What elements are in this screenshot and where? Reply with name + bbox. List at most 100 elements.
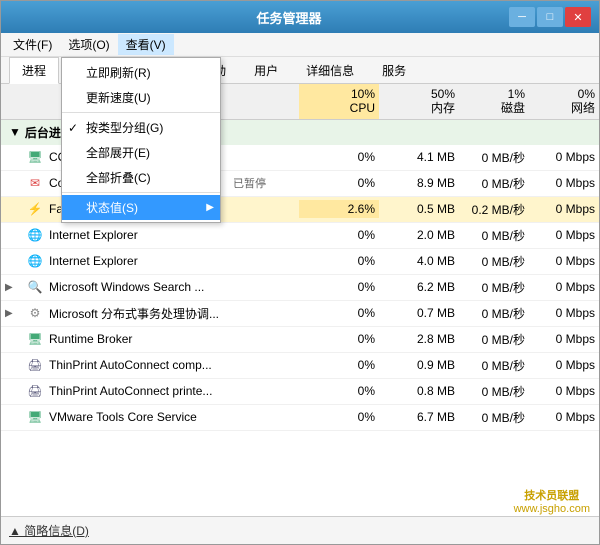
table-row[interactable]: ▶ 🔍 Microsoft Windows Search ... 0% 6.2 … bbox=[1, 275, 599, 301]
menu-expand-all[interactable]: 全部展开(E) bbox=[62, 140, 220, 165]
process-mem: 4.1 MB bbox=[379, 148, 459, 166]
process-disk: 0 MB/秒 bbox=[459, 329, 529, 350]
net-label: 网络 bbox=[533, 101, 595, 115]
menu-view[interactable]: 查看(V) bbox=[118, 34, 174, 55]
process-cpu: 0% bbox=[299, 174, 379, 192]
process-disk: 0 MB/秒 bbox=[459, 147, 529, 168]
cpu-pct: 10% bbox=[303, 87, 375, 101]
process-disk: 0 MB/秒 bbox=[459, 407, 529, 428]
section-expand-icon: ▼ bbox=[9, 125, 21, 139]
maximize-button[interactable]: □ bbox=[537, 7, 563, 27]
close-button[interactable]: ✕ bbox=[565, 7, 591, 27]
table-row[interactable]: 🌐 Internet Explorer 0% 2.0 MB 0 MB/秒 0 M… bbox=[1, 223, 599, 249]
col-header-status bbox=[229, 84, 299, 119]
menu-file[interactable]: 文件(F) bbox=[5, 34, 60, 55]
col-header-net[interactable]: 0% 网络 bbox=[529, 84, 599, 119]
process-net: 0 Mbps bbox=[529, 278, 599, 296]
mem-label: 内存 bbox=[383, 101, 455, 115]
menu-options[interactable]: 选项(O) bbox=[60, 34, 117, 55]
table-row[interactable]: ▶ ⚙ Microsoft 分布式事务处理协调... 0% 0.7 MB 0 M… bbox=[1, 301, 599, 327]
process-disk: 0 MB/秒 bbox=[459, 225, 529, 246]
process-status bbox=[229, 285, 299, 289]
process-name: Internet Explorer bbox=[45, 252, 229, 270]
process-disk: 0 MB/秒 bbox=[459, 251, 529, 272]
tab-users[interactable]: 用户 bbox=[241, 57, 291, 83]
process-status bbox=[229, 389, 299, 393]
process-net: 0 Mbps bbox=[529, 252, 599, 270]
process-mem: 4.0 MB bbox=[379, 252, 459, 270]
process-net: 0 Mbps bbox=[529, 304, 599, 322]
process-status bbox=[229, 259, 299, 263]
table-row[interactable]: 🖥 Runtime Broker 0% 2.8 MB 0 MB/秒 0 Mbps bbox=[1, 327, 599, 353]
process-status bbox=[229, 207, 299, 211]
menu-update-speed[interactable]: 更新速度(U) bbox=[62, 85, 220, 110]
process-cpu: 0% bbox=[299, 252, 379, 270]
process-status: 已暂停 bbox=[229, 173, 299, 193]
expand-arrow[interactable]: ▶ bbox=[5, 308, 17, 319]
net-pct: 0% bbox=[533, 87, 595, 101]
status-bar: ▲ 简略信息(D) bbox=[1, 516, 599, 544]
process-icon: 🖥 bbox=[25, 407, 45, 427]
title-bar: 任务管理器 ─ □ ✕ bbox=[1, 1, 599, 33]
process-net: 0 Mbps bbox=[529, 226, 599, 244]
tab-services[interactable]: 服务 bbox=[369, 57, 419, 83]
minimize-button[interactable]: ─ bbox=[509, 7, 535, 27]
cpu-label: CPU bbox=[303, 101, 375, 115]
col-header-cpu[interactable]: 10% CPU bbox=[299, 84, 379, 119]
disk-pct: 1% bbox=[463, 87, 525, 101]
process-disk: 0 MB/秒 bbox=[459, 381, 529, 402]
process-icon: 🔍 bbox=[25, 277, 45, 297]
process-cpu: 0% bbox=[299, 278, 379, 296]
process-name: Microsoft 分布式事务处理协调... bbox=[45, 303, 229, 324]
process-net: 0 Mbps bbox=[529, 174, 599, 192]
menu-status-values[interactable]: 状态值(S) bbox=[62, 195, 220, 220]
process-net: 0 Mbps bbox=[529, 408, 599, 426]
process-cpu: 2.6% bbox=[299, 200, 379, 218]
expand-arrow[interactable]: ▶ bbox=[5, 282, 17, 293]
process-net: 0 Mbps bbox=[529, 148, 599, 166]
process-name: Runtime Broker bbox=[45, 330, 229, 348]
process-cpu: 0% bbox=[299, 226, 379, 244]
table-row[interactable]: 🖨 ThinPrint AutoConnect printe... 0% 0.8… bbox=[1, 379, 599, 405]
tab-processes[interactable]: 进程 bbox=[9, 57, 59, 84]
process-disk: 0 MB/秒 bbox=[459, 355, 529, 376]
process-mem: 2.0 MB bbox=[379, 226, 459, 244]
col-header-disk[interactable]: 1% 磁盘 bbox=[459, 84, 529, 119]
tab-details[interactable]: 详细信息 bbox=[293, 57, 367, 83]
process-icon: ⚙ bbox=[25, 303, 45, 323]
table-row[interactable]: 🌐 Internet Explorer 0% 4.0 MB 0 MB/秒 0 M… bbox=[1, 249, 599, 275]
process-icon: ⚡ bbox=[25, 199, 45, 219]
process-cpu: 0% bbox=[299, 304, 379, 322]
process-icon: 🖥 bbox=[25, 147, 45, 167]
mem-pct: 50% bbox=[383, 87, 455, 101]
process-cpu: 0% bbox=[299, 408, 379, 426]
menu-group-by-type[interactable]: 按类型分组(G) bbox=[62, 115, 220, 140]
col-header-mem[interactable]: 50% 内存 bbox=[379, 84, 459, 119]
process-net: 0 Mbps bbox=[529, 200, 599, 218]
process-disk: 0 MB/秒 bbox=[459, 173, 529, 194]
menu-collapse-all[interactable]: 全部折叠(C) bbox=[62, 165, 220, 190]
process-status bbox=[229, 311, 299, 315]
menu-bar: 文件(F) 选项(O) 查看(V) 立即刷新(R) 更新速度(U) 按类型分组(… bbox=[1, 33, 599, 57]
process-mem: 0.8 MB bbox=[379, 382, 459, 400]
process-icon: 🌐 bbox=[25, 225, 45, 245]
process-status bbox=[229, 363, 299, 367]
table-row[interactable]: 🖥 VMware Tools Core Service 0% 6.7 MB 0 … bbox=[1, 405, 599, 431]
process-status bbox=[229, 415, 299, 419]
process-icon: 🖨 bbox=[25, 355, 45, 375]
process-mem: 0.7 MB bbox=[379, 304, 459, 322]
process-status bbox=[229, 233, 299, 237]
process-cpu: 0% bbox=[299, 356, 379, 374]
process-cpu: 0% bbox=[299, 382, 379, 400]
process-mem: 6.2 MB bbox=[379, 278, 459, 296]
table-row[interactable]: 🖨 ThinPrint AutoConnect comp... 0% 0.9 M… bbox=[1, 353, 599, 379]
process-status bbox=[229, 337, 299, 341]
status-summary-link[interactable]: ▲ 简略信息(D) bbox=[9, 522, 89, 539]
process-icon: ✉ bbox=[25, 173, 45, 193]
process-name: ThinPrint AutoConnect printe... bbox=[45, 382, 229, 400]
process-icon: 🖥 bbox=[25, 329, 45, 349]
process-disk: 0 MB/秒 bbox=[459, 277, 529, 298]
menu-refresh[interactable]: 立即刷新(R) bbox=[62, 60, 220, 85]
process-mem: 0.5 MB bbox=[379, 200, 459, 218]
window-controls: ─ □ ✕ bbox=[509, 7, 591, 27]
